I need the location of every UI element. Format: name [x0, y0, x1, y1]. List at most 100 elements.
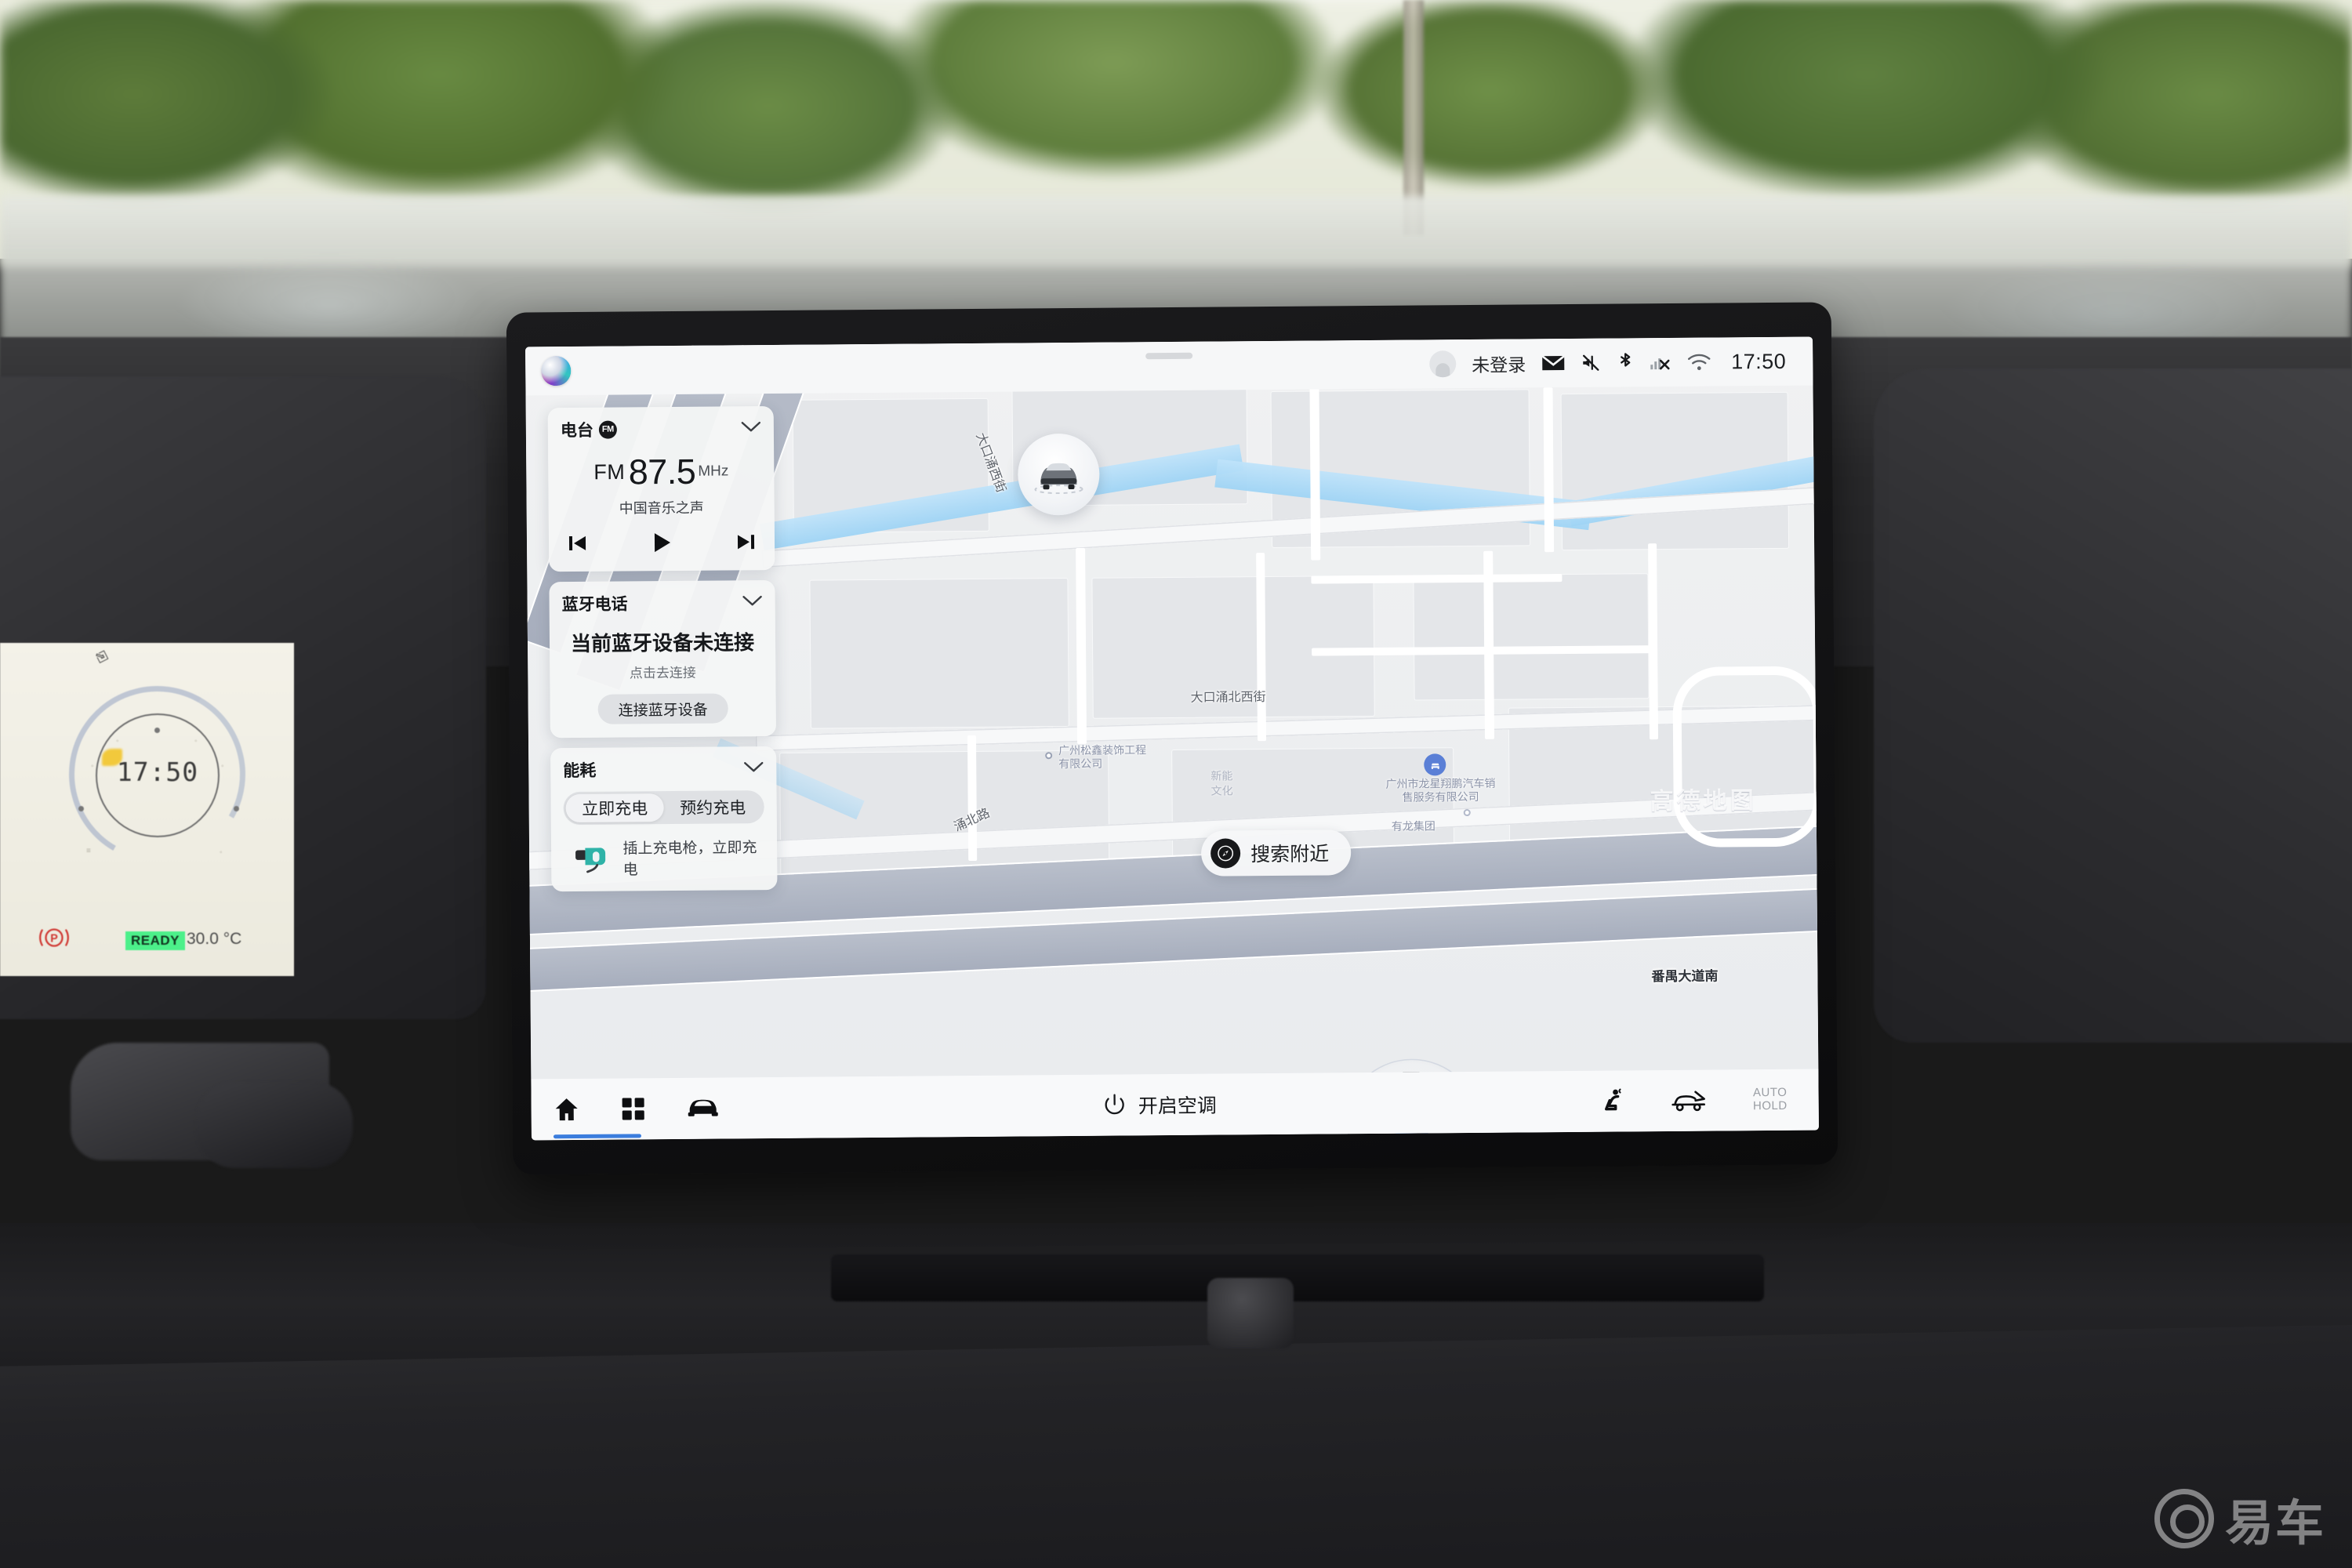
car-front-icon[interactable] [687, 1097, 720, 1120]
outside-temperature: 30.0 °C [187, 930, 242, 948]
search-nearby-button[interactable]: 搜索附近 [1200, 829, 1352, 877]
car-front-icon [1431, 763, 1439, 769]
ego-vehicle-badge[interactable] [1017, 433, 1100, 516]
radio-station-name: 中国音乐之声 [619, 499, 704, 517]
ego-vehicle-icon [1034, 463, 1083, 495]
dashboard-trim [0, 1325, 2352, 1568]
radio-band-label: FM [593, 459, 626, 485]
status-bar-clock: 17:50 [1731, 349, 1787, 373]
auto-hold-line1: AUTO [1752, 1086, 1788, 1100]
charging-hint-text: 插上充电枪，立即充电 [622, 840, 757, 879]
dealer-poi-pin[interactable] [1424, 753, 1446, 776]
bluetooth-hint-text: 点击去连接 [629, 665, 696, 681]
auto-hold-indicator[interactable]: AUTO HOLD [1752, 1086, 1788, 1113]
map-roundabout [1672, 666, 1819, 848]
infotainment-screen[interactable]: 广州松鑫装饰工程有限公司 广州市龙星翔鹏汽车销售服务有限公司 有龙集团 新能 文化… [525, 336, 1819, 1141]
volume-mute-icon[interactable] [1581, 353, 1601, 373]
compass-north: 北 [1451, 1135, 1469, 1141]
radio-frequency-row: FM 87.5 MHz [561, 451, 761, 493]
map-road [1256, 553, 1267, 742]
dashboard-right-panel [1874, 368, 2352, 1043]
charging-gun-icon [575, 848, 606, 873]
key-icon: ⎆ [93, 645, 112, 668]
map-road [1543, 387, 1555, 553]
nearby-search-icon [1210, 838, 1241, 869]
vent-knob[interactable] [1207, 1278, 1294, 1348]
seat-heating-icon[interactable] [1599, 1087, 1626, 1114]
bluetooth-card-header: 蓝牙电话 [562, 590, 763, 615]
charging-mode-tabs: 立即充电 预约充电 [563, 790, 764, 826]
energy-card-title: 能耗 [563, 761, 597, 781]
center-display-bezel: 广州松鑫装饰工程有限公司 广州市龙星翔鹏汽车销售服务有限公司 有龙集团 新能 文化… [506, 302, 1838, 1175]
map-block [1413, 573, 1650, 701]
play-icon[interactable] [649, 530, 674, 559]
search-nearby-label: 搜索附近 [1250, 843, 1330, 866]
radio-card-header: 电台 FM [561, 416, 761, 441]
parking-brake-icon: P [39, 928, 69, 947]
energy-card-header: 能耗 [563, 757, 764, 782]
assistant-orb-icon[interactable] [541, 356, 572, 387]
user-avatar-icon[interactable] [1429, 350, 1457, 378]
map-road [1076, 547, 1087, 744]
chevron-down-icon[interactable] [743, 760, 764, 777]
mail-icon[interactable] [1541, 354, 1565, 372]
poi-marker[interactable] [1045, 752, 1053, 760]
yiche-watermark-text: 易车 [2224, 1497, 2325, 1551]
cluster-tick-dot [154, 728, 160, 733]
bottom-dock: 开启空调 AUTO HOLD [531, 1069, 1819, 1141]
power-icon [1102, 1092, 1127, 1117]
chevron-down-icon[interactable] [742, 594, 763, 611]
compass-glyph-icon [1218, 845, 1234, 862]
ac-toggle[interactable]: 开启空调 [1102, 1091, 1217, 1120]
cluster-clock: 17:50 [116, 757, 199, 787]
street-label: 大口涌北西街 [1190, 691, 1266, 705]
tab-charge-now[interactable]: 立即充电 [565, 793, 664, 823]
pull-down-handle[interactable] [1145, 352, 1193, 360]
map-watermark: 高德地图 [1650, 788, 1757, 815]
svg-text:P: P [50, 933, 58, 946]
home-indicator-bar[interactable] [553, 1134, 641, 1139]
radio-frequency-unit: MHz [698, 463, 729, 480]
fm-badge-icon: FM [598, 420, 617, 439]
ac-toggle-label: 开启空调 [1138, 1094, 1217, 1118]
cluster-tick-dot [78, 806, 84, 811]
bluetooth-status-text: 当前蓝牙设备未连接 [570, 630, 755, 656]
login-status-label[interactable]: 未登录 [1472, 350, 1526, 377]
dealer-poi-label: 广州市龙星翔鹏汽车销售服务有限公司 [1385, 776, 1496, 804]
yiche-watermark: 易车 [2154, 1483, 2325, 1554]
instrument-cluster: ⎆ ◦ ◦ ◦ ◦ ≡ ◦ 17:50 P READY 30.0 °C [0, 643, 294, 976]
radio-card[interactable]: 电台 FM FM 87.5 MHz 中国音乐之声 [547, 405, 775, 572]
map-road [1648, 543, 1659, 740]
dock-left-group [554, 1096, 720, 1123]
center-vent [831, 1254, 1764, 1301]
map-road [1309, 387, 1321, 561]
bluetooth-phone-card[interactable]: 蓝牙电话 当前蓝牙设备未连接 点击去连接 连接蓝牙设备 [549, 579, 776, 739]
poi-marker[interactable] [1463, 809, 1471, 817]
bluetooth-card-title: 蓝牙电话 [561, 595, 628, 615]
home-icon[interactable] [554, 1097, 580, 1122]
status-bar-right: 未登录 17:50 [1429, 348, 1786, 378]
previous-track-icon[interactable] [566, 532, 588, 558]
trunk-open-icon[interactable] [1671, 1089, 1708, 1112]
radio-card-title: 电台 [560, 421, 593, 441]
apps-grid-icon[interactable] [621, 1096, 646, 1121]
map-road [967, 735, 978, 862]
street-label: 番禺大道南 [1651, 968, 1719, 985]
turn-signal-stalk[interactable] [196, 1082, 353, 1168]
connect-bluetooth-button[interactable]: 连接蓝牙设备 [597, 693, 728, 724]
tab-scheduled-charge[interactable]: 预约充电 [664, 793, 762, 822]
next-track-icon[interactable] [735, 531, 757, 557]
auto-hold-line2: HOLD [1752, 1098, 1788, 1113]
status-bar: 未登录 17:50 [525, 336, 1813, 396]
dock-right-group: AUTO HOLD [1599, 1086, 1788, 1115]
signal-off-icon[interactable] [1650, 354, 1671, 371]
widget-card-column: 电台 FM FM 87.5 MHz 中国音乐之声 蓝牙电话 当前蓝牙设备未连接 … [547, 405, 778, 902]
radio-frequency-value: 87.5 [628, 451, 696, 492]
radio-transport-controls [561, 529, 762, 560]
cluster-tick-dot [234, 806, 239, 811]
energy-card[interactable]: 能耗 立即充电 预约充电 插上充电枪，立即充电 [550, 746, 778, 892]
bluetooth-icon[interactable] [1617, 351, 1634, 373]
yiche-logo-icon [2154, 1489, 2214, 1548]
wifi-icon[interactable] [1687, 353, 1711, 371]
chevron-down-icon[interactable] [741, 420, 761, 437]
